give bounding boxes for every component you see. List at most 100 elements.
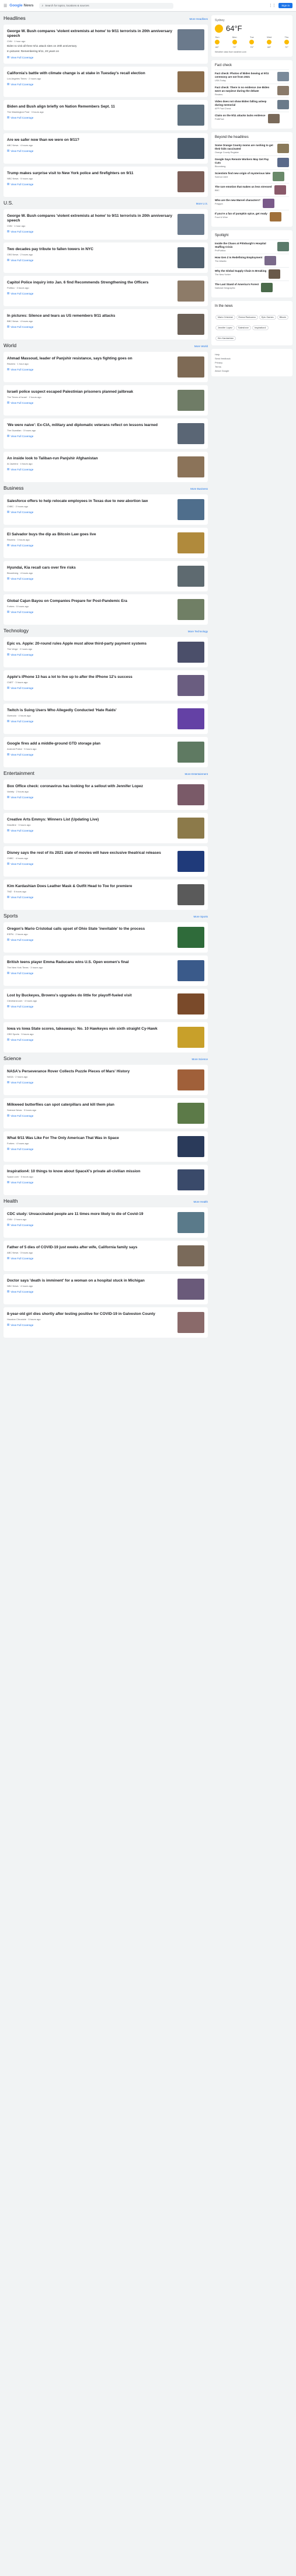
google-news-logo[interactable]: Google News	[9, 4, 33, 8]
story-thumbnail[interactable]	[177, 566, 204, 587]
story-headline[interactable]: Two decades pay tribute to fallen towers…	[7, 247, 174, 252]
story[interactable]: Kim Kardashian Does Leather Mask & Outfi…	[7, 882, 204, 907]
story-headline[interactable]: Salesforce offers to help relocate emplo…	[7, 499, 174, 504]
story[interactable]: Iowa vs Iowa State scores, takeaways: No…	[7, 1025, 204, 1050]
story[interactable]: Global Cajun Bayou on Companies Prepare …	[7, 597, 204, 622]
story[interactable]: Disney says the rest of its 2021 slate o…	[7, 849, 204, 874]
story-headline[interactable]: Biden and Bush align briefly on Nation R…	[7, 105, 174, 109]
story-thumbnail[interactable]	[177, 71, 204, 92]
story-headline[interactable]: NASA's Perseverance Rover Collects Puzzl…	[7, 1069, 174, 1074]
full-coverage-link[interactable]: ▤ View Full Coverage	[7, 1005, 174, 1008]
story[interactable]: Epic vs. Apple: 20-round rules Apple mus…	[7, 640, 204, 664]
full-coverage-link[interactable]: ▤ View Full Coverage	[7, 1223, 174, 1227]
section-title[interactable]: U.S.	[4, 200, 13, 206]
full-coverage-link[interactable]: ▤ View Full Coverage	[7, 1323, 174, 1327]
weather-widget[interactable]: Sydney 64°F Sun 66° Mon 73° Tue 70° Wed 68° Thu 7…	[211, 15, 292, 57]
story-headline[interactable]: El Salvador buys the dip as Bitcoin Law …	[7, 532, 174, 537]
panel-item-title[interactable]: How Gen Z Is Redefining Employment	[215, 256, 262, 259]
story-thumbnail[interactable]	[177, 456, 204, 477]
story-thumbnail[interactable]	[177, 1279, 204, 1300]
story-thumbnail[interactable]	[177, 993, 204, 1015]
panel-item-title[interactable]: Fact check: There is no evidence Joe Bid…	[215, 86, 275, 93]
panel-item-image[interactable]	[261, 283, 273, 292]
story[interactable]: Doctor says 'death is imminent' for a wo…	[7, 1277, 204, 1301]
panel-item[interactable]: The Last Stand of America's Forest Nation…	[215, 281, 289, 294]
full-coverage-link[interactable]: ▤ View Full Coverage	[7, 971, 174, 975]
section-more-link[interactable]: More Headlines	[189, 18, 208, 20]
story-headline[interactable]: Global Cajun Bayou on Companies Prepare …	[7, 599, 174, 604]
story-headline[interactable]: Disney says the rest of its 2021 slate o…	[7, 851, 174, 856]
full-coverage-link[interactable]: ▤ View Full Coverage	[7, 610, 174, 614]
sign-in-button[interactable]: Sign in	[278, 3, 292, 8]
story-headline[interactable]: 8-year-old girl dies shortly after testi…	[7, 1312, 174, 1317]
story[interactable]: British teens player Emma Raducanu wins …	[7, 958, 204, 983]
story-thumbnail[interactable]	[177, 818, 204, 839]
story-headline[interactable]: Capitol Police inquiry into Jan. 6 find …	[7, 281, 174, 285]
panel-item-image[interactable]	[277, 72, 289, 81]
story[interactable]: CDC study: Unvaccinated people are 11 ti…	[7, 1210, 204, 1235]
panel-item-title[interactable]: Some Orange County moms are rushing to g…	[215, 144, 275, 151]
story[interactable]: Israeli police suspect escaped Palestini…	[7, 388, 204, 413]
panel-item-title[interactable]: Fact check: Photos of Biden bowing at 9/…	[215, 72, 275, 79]
story[interactable]: Inspiration4: 10 things to know about Sp…	[7, 1168, 204, 1192]
panel-item-title[interactable]: The rare emotion that makes us less stre…	[215, 185, 272, 189]
story-headline[interactable]: Iowa vs Iowa State scores, takeaways: No…	[7, 1027, 174, 1031]
story-thumbnail[interactable]	[177, 29, 204, 50]
section-more-link[interactable]: More World	[194, 345, 208, 348]
story[interactable]: Creative Arts Emmys: Winners List (Updat…	[7, 816, 204, 840]
topic-chip[interactable]: Mario Cristobal	[215, 315, 235, 320]
full-coverage-link[interactable]: ▤ View Full Coverage	[7, 1114, 174, 1117]
full-coverage-link[interactable]: ▤ View Full Coverage	[7, 401, 174, 404]
full-coverage-link[interactable]: ▤ View Full Coverage	[7, 829, 174, 832]
panel-item-title[interactable]: Why the Global Supply Chain Is Breaking	[215, 269, 266, 273]
story[interactable]: Oregon's Mario Cristobal calls upset of …	[7, 925, 204, 950]
full-coverage-link[interactable]: ▤ View Full Coverage	[7, 1081, 174, 1084]
section-title[interactable]: Sports	[4, 913, 18, 919]
story-headline[interactable]: Kim Kardashian Does Leather Mask & Outfi…	[7, 884, 174, 889]
story-thumbnail[interactable]	[177, 1169, 204, 1190]
story-thumbnail[interactable]	[177, 247, 204, 268]
full-coverage-link[interactable]: ▤ View Full Coverage	[7, 1290, 174, 1293]
story-thumbnail[interactable]	[177, 1245, 204, 1266]
section-title[interactable]: Entertainment	[4, 770, 34, 776]
story-thumbnail[interactable]	[177, 423, 204, 444]
story-thumbnail[interactable]	[177, 281, 204, 302]
story-headline[interactable]: George W. Bush compares 'violent extremi…	[7, 29, 174, 39]
full-coverage-link[interactable]: ▤ View Full Coverage	[7, 577, 174, 580]
story-thumbnail[interactable]	[177, 105, 204, 126]
story-headline[interactable]: British teens player Emma Raducanu wins …	[7, 960, 174, 965]
story-thumbnail[interactable]	[177, 851, 204, 872]
full-coverage-link[interactable]: ▤ View Full Coverage	[7, 182, 174, 186]
story[interactable]: Apple's iPhone 13 has a lot to live up t…	[7, 673, 204, 698]
story[interactable]: El Salvador buys the dip as Bitcoin Law …	[7, 531, 204, 555]
panel-item[interactable]: Google Says Remote Workers May Get Pay C…	[215, 155, 289, 169]
story-headline[interactable]: Trump makes surprise visit to New York p…	[7, 171, 174, 176]
panel-item-image[interactable]	[264, 256, 277, 265]
topic-chip[interactable]: Bitcoin	[277, 315, 288, 320]
story[interactable]: 'We were naive': Ex-CIA, military and di…	[7, 421, 204, 446]
story-headline[interactable]: Epic vs. Apple: 20-round rules Apple mus…	[7, 642, 174, 646]
full-coverage-link[interactable]: ▤ View Full Coverage	[7, 116, 174, 119]
footer-link[interactable]: Terms	[215, 365, 289, 369]
story-headline[interactable]: Oregon's Mario Cristobal calls upset of …	[7, 927, 174, 932]
story[interactable]: 8-year-old girl dies shortly after testi…	[7, 1310, 204, 1335]
story-thumbnail[interactable]	[177, 742, 204, 763]
story-thumbnail[interactable]	[177, 532, 204, 553]
story-thumbnail[interactable]	[177, 1212, 204, 1233]
section-more-link[interactable]: More Business	[190, 487, 208, 490]
story-thumbnail[interactable]	[177, 314, 204, 335]
full-coverage-link[interactable]: ▤ View Full Coverage	[7, 719, 174, 723]
story-headline[interactable]: California's battle with climate change …	[7, 71, 174, 76]
panel-item-image[interactable]	[263, 199, 275, 208]
topic-chip[interactable]: Epic Games	[259, 315, 276, 320]
story[interactable]: An inside look to Taliban-run Panjshir A…	[7, 455, 204, 479]
story-thumbnail[interactable]	[177, 138, 204, 159]
story[interactable]: Hyundai, Kia recall cars over fire risks…	[7, 564, 204, 588]
full-coverage-link[interactable]: ▤ View Full Coverage	[7, 510, 174, 514]
story[interactable]: Father of 5 dies of COVID-19 just weeks …	[7, 1244, 204, 1268]
section-more-link[interactable]: More Health	[193, 1200, 208, 1203]
footer-link[interactable]: About Google	[215, 369, 289, 373]
story-headline[interactable]: Apple's iPhone 13 has a lot to live up t…	[7, 675, 174, 680]
topic-chip[interactable]: Kim Kardashian	[215, 336, 236, 341]
story-thumbnail[interactable]	[177, 960, 204, 981]
